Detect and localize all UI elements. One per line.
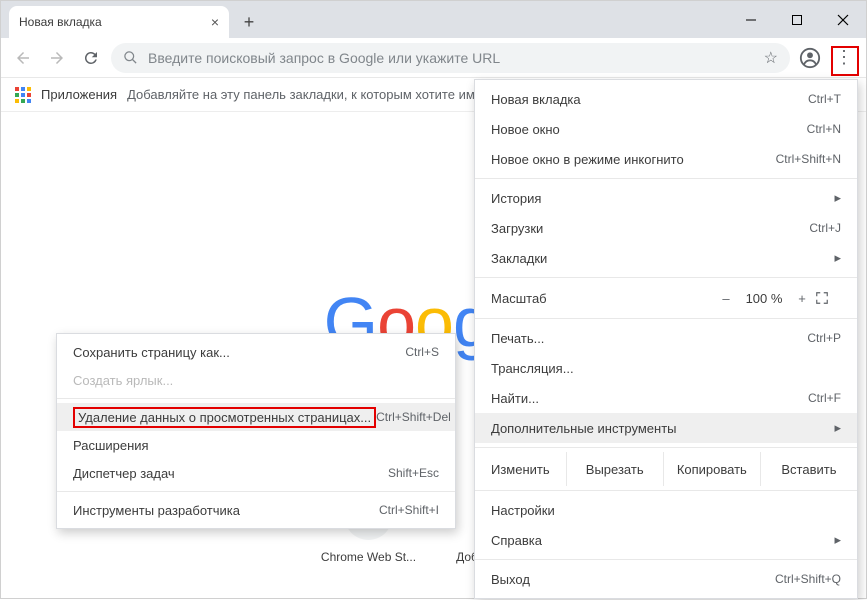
zoom-out-button[interactable]: – bbox=[713, 291, 739, 306]
menu-edit: Изменить Вырезать Копировать Вставить bbox=[475, 452, 857, 486]
profile-button[interactable] bbox=[796, 44, 824, 72]
zoom-in-button[interactable]: + bbox=[789, 291, 815, 306]
menu-new-window[interactable]: Новое окноCtrl+N bbox=[475, 114, 857, 144]
main-menu: Новая вкладкаCtrl+T Новое окноCtrl+N Нов… bbox=[474, 79, 858, 599]
window-controls bbox=[728, 1, 866, 38]
menu-downloads[interactable]: ЗагрузкиCtrl+J bbox=[475, 213, 857, 243]
browser-tab[interactable]: Новая вкладка × bbox=[9, 6, 229, 38]
fullscreen-button[interactable] bbox=[815, 291, 841, 305]
submenu-devtools[interactable]: Инструменты разработчикаCtrl+Shift+I bbox=[57, 496, 455, 524]
new-tab-button[interactable]: + bbox=[235, 8, 263, 36]
main-menu-button[interactable]: ⋮ bbox=[830, 43, 858, 73]
bookmark-star-icon[interactable]: ☆ bbox=[764, 48, 778, 68]
submenu-extensions[interactable]: Расширения bbox=[57, 431, 455, 459]
search-icon bbox=[123, 50, 138, 65]
menu-incognito[interactable]: Новое окно в режиме инкогнитоCtrl+Shift+… bbox=[475, 144, 857, 174]
more-tools-submenu: Сохранить страницу как...Ctrl+S Создать … bbox=[56, 333, 456, 529]
bookbar-hint: Добавляйте на эту панель закладки, к кот… bbox=[127, 87, 494, 102]
chevron-right-icon: ▸ bbox=[834, 420, 841, 436]
menu-bookmarks[interactable]: Закладки▸ bbox=[475, 243, 857, 273]
menu-new-tab[interactable]: Новая вкладкаCtrl+T bbox=[475, 84, 857, 114]
address-placeholder: Введите поисковый запрос в Google или ук… bbox=[148, 50, 500, 66]
copy-button[interactable]: Копировать bbox=[663, 452, 760, 486]
back-button[interactable] bbox=[9, 44, 37, 72]
close-window-button[interactable] bbox=[820, 1, 866, 38]
chevron-right-icon: ▸ bbox=[834, 250, 841, 266]
submenu-taskmgr[interactable]: Диспетчер задачShift+Esc bbox=[57, 459, 455, 487]
zoom-percent: 100 % bbox=[739, 291, 789, 306]
close-tab-icon[interactable]: × bbox=[211, 14, 219, 30]
shortcut-label: Chrome Web St... bbox=[321, 550, 416, 564]
submenu-clear-data[interactable]: Удаление данных о просмотренных страница… bbox=[57, 403, 455, 431]
maximize-button[interactable] bbox=[774, 1, 820, 38]
toolbar: Введите поисковый запрос в Google или ук… bbox=[1, 38, 866, 78]
paste-button[interactable]: Вставить bbox=[760, 452, 857, 486]
address-bar[interactable]: Введите поисковый запрос в Google или ук… bbox=[111, 43, 790, 73]
titlebar: Новая вкладка × + bbox=[1, 1, 866, 38]
menu-settings[interactable]: Настройки bbox=[475, 495, 857, 525]
forward-button[interactable] bbox=[43, 44, 71, 72]
submenu-create-shortcut: Создать ярлык... bbox=[57, 366, 455, 394]
apps-link[interactable]: Приложения bbox=[41, 87, 117, 102]
menu-cast[interactable]: Трансляция... bbox=[475, 353, 857, 383]
chevron-right-icon: ▸ bbox=[834, 190, 841, 206]
chevron-right-icon: ▸ bbox=[834, 532, 841, 548]
cut-button[interactable]: Вырезать bbox=[566, 452, 663, 486]
minimize-button[interactable] bbox=[728, 1, 774, 38]
menu-history[interactable]: История▸ bbox=[475, 183, 857, 213]
menu-print[interactable]: Печать...Ctrl+P bbox=[475, 323, 857, 353]
menu-zoom: Масштаб – 100 % + bbox=[475, 282, 857, 314]
tab-title: Новая вкладка bbox=[19, 15, 102, 29]
submenu-save-page[interactable]: Сохранить страницу как...Ctrl+S bbox=[57, 338, 455, 366]
menu-exit[interactable]: ВыходCtrl+Shift+Q bbox=[475, 564, 857, 594]
apps-icon bbox=[15, 87, 31, 103]
menu-more-tools[interactable]: Дополнительные инструменты▸ bbox=[475, 413, 857, 443]
menu-find[interactable]: Найти...Ctrl+F bbox=[475, 383, 857, 413]
menu-help[interactable]: Справка▸ bbox=[475, 525, 857, 555]
reload-button[interactable] bbox=[77, 44, 105, 72]
